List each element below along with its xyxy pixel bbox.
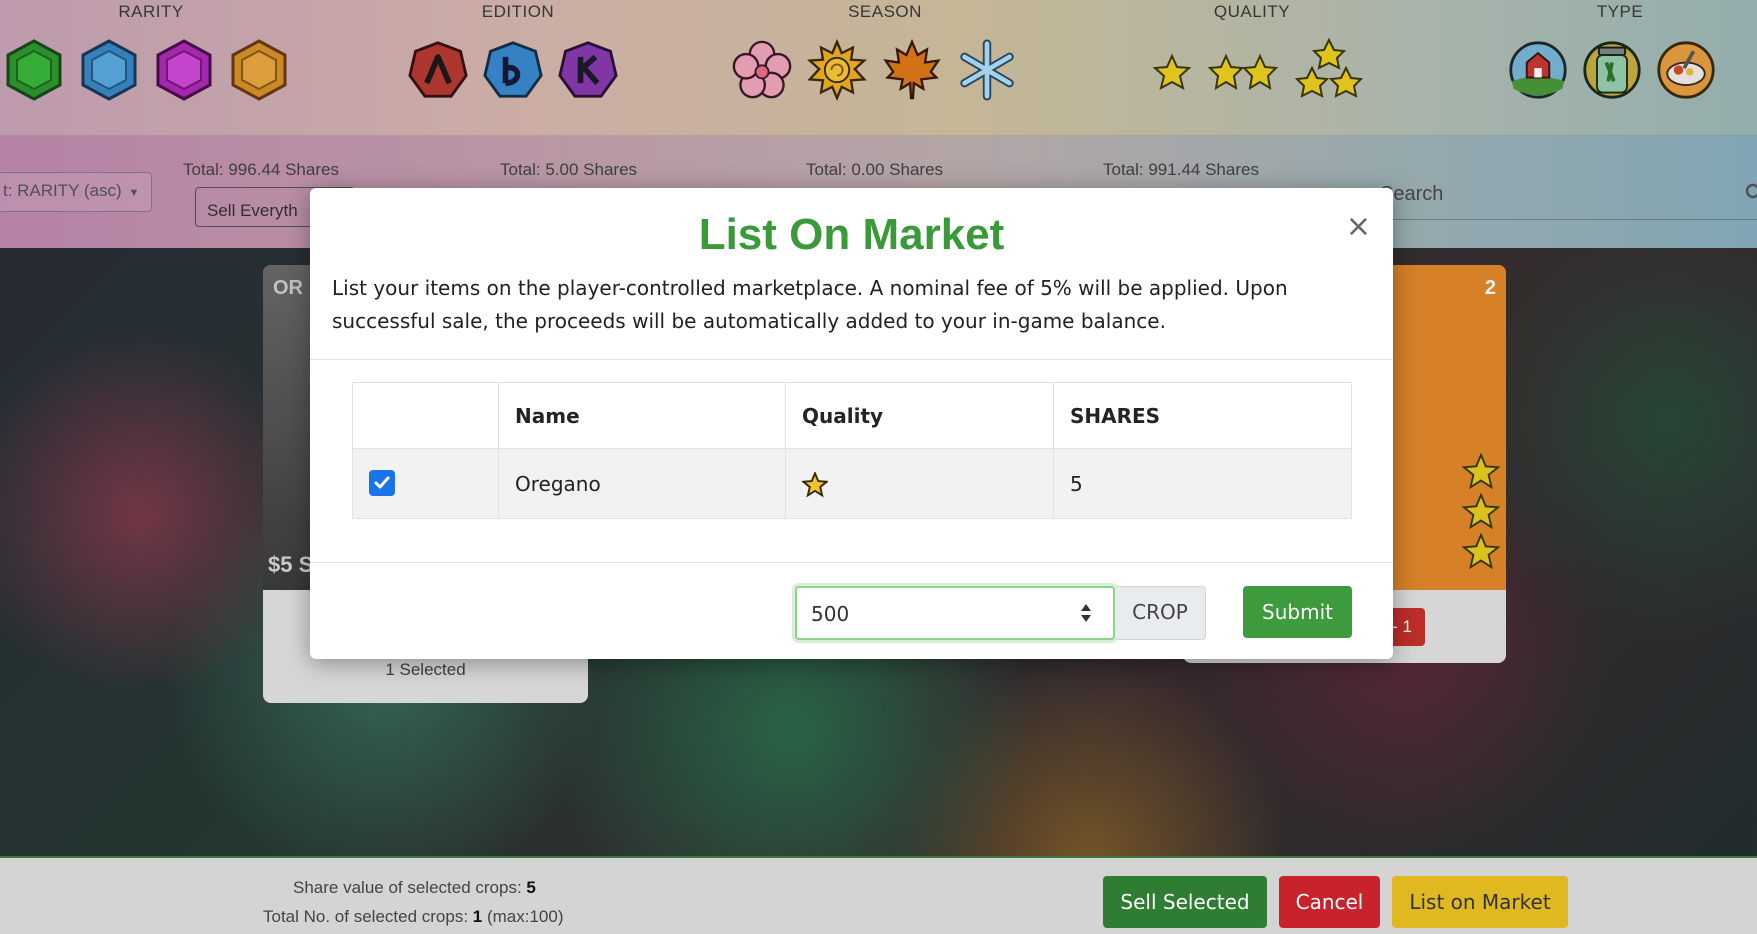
- share-value-stat: Share value of selected crops: 5: [293, 878, 536, 898]
- modal-title: List On Market: [698, 210, 1005, 259]
- bottom-action-bar: Share value of selected crops: 5 Total N…: [0, 856, 1757, 934]
- table-header-shares: SHARES: [1053, 382, 1352, 449]
- submit-button[interactable]: Submit: [1243, 586, 1352, 638]
- total-selected-stat: Total No. of selected crops: 1 (max:100): [263, 907, 564, 927]
- table-cell-quality: [785, 448, 1054, 519]
- table-header-quality: Quality: [785, 382, 1054, 449]
- table-header-row: Name Quality SHARES: [352, 382, 1352, 449]
- total-selected-value: 1: [472, 907, 483, 926]
- table-header-name: Name: [498, 382, 786, 449]
- table-cell-name: Oregano: [498, 448, 786, 519]
- cancel-button[interactable]: Cancel: [1279, 876, 1380, 928]
- total-selected-max: (max:100): [482, 907, 564, 926]
- close-icon[interactable]: ×: [1346, 212, 1371, 242]
- listing-table: Name Quality SHARES Oregano 5: [352, 382, 1352, 519]
- share-value: 5: [526, 878, 536, 897]
- row-checkbox[interactable]: [369, 470, 395, 496]
- share-value-label: Share value of selected crops:: [293, 878, 527, 897]
- total-selected-label: Total No. of selected crops:: [263, 907, 473, 926]
- star-icon: [800, 470, 830, 498]
- currency-addon: CROP: [1115, 586, 1206, 640]
- price-input[interactable]: [811, 600, 1051, 628]
- price-input-group: [795, 586, 1115, 640]
- table-cell-shares: 5: [1053, 448, 1352, 519]
- modal-divider: [310, 359, 1393, 360]
- modal-divider: [310, 562, 1393, 563]
- modal-description: List your items on the player-controlled…: [332, 276, 1288, 333]
- list-on-market-modal: List On Market × List your items on the …: [310, 188, 1393, 659]
- sell-selected-button[interactable]: Sell Selected: [1103, 876, 1267, 928]
- table-header-select: [352, 382, 499, 449]
- number-spinner-icon[interactable]: [1079, 602, 1093, 624]
- table-row: Oregano 5: [352, 448, 1352, 519]
- list-on-market-button[interactable]: List on Market: [1392, 876, 1568, 928]
- table-cell-select: [352, 448, 499, 519]
